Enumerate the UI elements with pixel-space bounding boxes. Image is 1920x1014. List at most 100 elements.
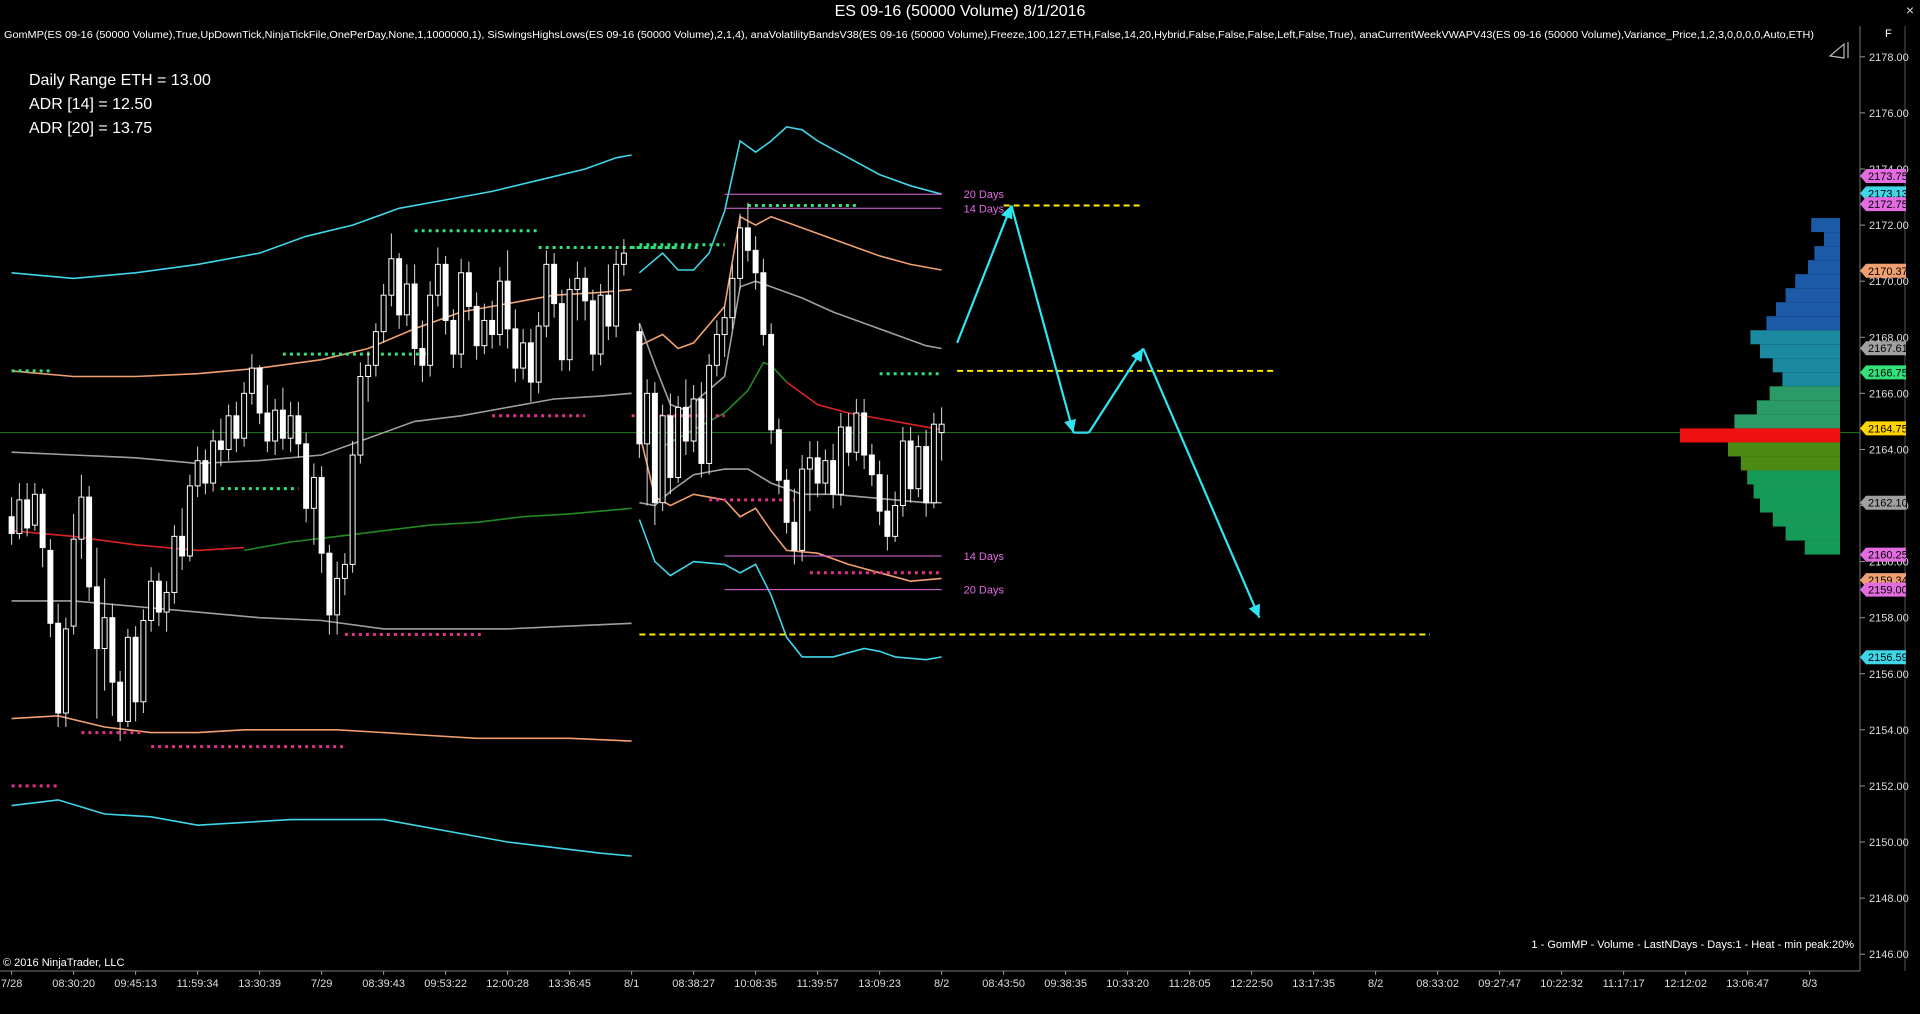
candle-up: [496, 280, 503, 335]
candle-up: [659, 415, 666, 504]
y-tick-label: 2176.00: [1869, 108, 1909, 120]
profile-bar: [1814, 246, 1840, 261]
panel-corner-icon[interactable]: F: [1885, 28, 1892, 40]
candle-up: [481, 319, 488, 347]
candle-down: [93, 586, 100, 650]
x-tick-label: 11:17:17: [1603, 978, 1645, 990]
y-tick-label: 2166.00: [1869, 388, 1909, 400]
x-tick-label: 10:22:32: [1540, 978, 1583, 990]
candle-up: [349, 454, 356, 565]
candle-down: [295, 415, 302, 445]
candle-up: [78, 496, 85, 540]
stat-adr-14: ADR [14] = 12.50: [29, 96, 152, 113]
candle-down: [117, 681, 124, 722]
profile-bar: [1740, 456, 1840, 471]
y-tick-label: 2152.00: [1869, 781, 1909, 793]
x-tick-label: 13:06:47: [1726, 978, 1769, 990]
x-tick-label: 11:39:57: [797, 978, 839, 990]
band-mark-label: 14 Days: [964, 551, 1005, 563]
candle-down: [651, 392, 658, 504]
x-tick-label: 13:30:39: [238, 978, 281, 990]
candle-up: [310, 476, 317, 509]
candle-down: [558, 303, 565, 361]
candle-down: [303, 443, 310, 509]
candle-up: [721, 317, 728, 335]
x-tick-label: 12:22:50: [1230, 978, 1273, 990]
candle-down: [24, 499, 31, 529]
x-tick-label: 7/28: [1, 978, 22, 990]
price-badge-label: 2162.10: [1868, 498, 1908, 510]
candle-up: [930, 423, 937, 504]
candle-up: [574, 277, 581, 291]
stat-daily-range: Daily Range ETH = 13.00: [29, 72, 211, 89]
candle-up: [194, 460, 201, 487]
candle-up: [372, 331, 379, 366]
indicator-list: GomMP(ES 09-16 (50000 Volume),True,UpDow…: [4, 29, 1814, 41]
candle-down: [55, 622, 62, 714]
candle-up: [225, 415, 232, 450]
x-tick-label: 12:00:28: [486, 978, 529, 990]
profile-bar: [1811, 218, 1840, 233]
candle-up: [62, 628, 69, 714]
candle-up: [892, 505, 899, 537]
y-tick-label: 2156.00: [1869, 669, 1909, 681]
candle-up: [334, 577, 341, 616]
candle-down: [465, 272, 472, 307]
profile-bar: [1728, 442, 1840, 457]
x-tick-label: 10:08:35: [734, 978, 777, 990]
price-badge-label: 2160.25: [1868, 550, 1908, 562]
candle-up: [520, 342, 527, 369]
close-icon[interactable]: ×: [1906, 2, 1914, 18]
candle-down: [667, 415, 674, 478]
y-tick-label: 2170.00: [1869, 276, 1909, 288]
x-tick-label: 08:38:27: [672, 978, 715, 990]
candle-down: [202, 460, 209, 484]
candle-down: [845, 426, 852, 453]
candle-down: [605, 294, 612, 327]
candle-down: [8, 516, 15, 535]
y-tick-label: 2150.00: [1869, 837, 1909, 849]
candle-down: [419, 347, 426, 366]
band-mark-label: 14 Days: [964, 203, 1005, 215]
candle-down: [868, 454, 875, 476]
candle-down: [109, 617, 116, 683]
window-title: ES 09-16 (50000 Volume) 8/1/2016: [834, 3, 1086, 20]
x-tick-label: 09:27:47: [1478, 978, 1521, 990]
candle-up: [163, 591, 170, 613]
candle-up: [690, 398, 697, 442]
candle-down: [264, 412, 271, 442]
price-badge-label: 2167.61: [1868, 343, 1908, 355]
candle-down: [861, 412, 868, 456]
candle-up: [341, 563, 348, 579]
price-chart[interactable]: 20 Days 14 Days 14 Days 20 Days 2146.00 2148…: [0, 26, 1920, 1014]
profile-bar: [1756, 400, 1840, 415]
candle-up: [186, 485, 193, 557]
stat-adr-20: ADR [20] = 13.75: [29, 120, 152, 137]
candle-up: [675, 406, 682, 478]
candle-down: [39, 493, 46, 549]
candle-up: [365, 364, 372, 378]
candle-up: [241, 392, 248, 439]
title-bar: ES 09-16 (50000 Volume) 8/1/2016 ×: [0, 0, 1920, 27]
price-badge-label: 2170.37: [1868, 266, 1908, 278]
candle-down: [132, 636, 139, 703]
x-tick-label: 13:17:35: [1292, 978, 1335, 990]
candle-down: [318, 476, 325, 554]
candle-down: [589, 300, 596, 355]
candle-down: [396, 258, 403, 316]
candle-down: [450, 319, 457, 355]
candle-down: [783, 479, 790, 523]
candle-down: [876, 474, 883, 512]
x-tick-label: 11:28:05: [1169, 978, 1211, 990]
candle-down: [442, 263, 449, 321]
candle-up: [837, 426, 844, 495]
profile-bar: [1824, 232, 1840, 247]
profile-bar: [1760, 498, 1840, 513]
candle-up: [597, 294, 604, 355]
profile-bar: [1782, 372, 1840, 387]
copyright: © 2016 NinjaTrader, LLC: [3, 957, 124, 969]
profile-bar: [1776, 302, 1840, 317]
candle-down: [233, 415, 240, 439]
x-tick-label: 09:45:13: [114, 978, 157, 990]
band-mark-label: 20 Days: [964, 585, 1005, 597]
